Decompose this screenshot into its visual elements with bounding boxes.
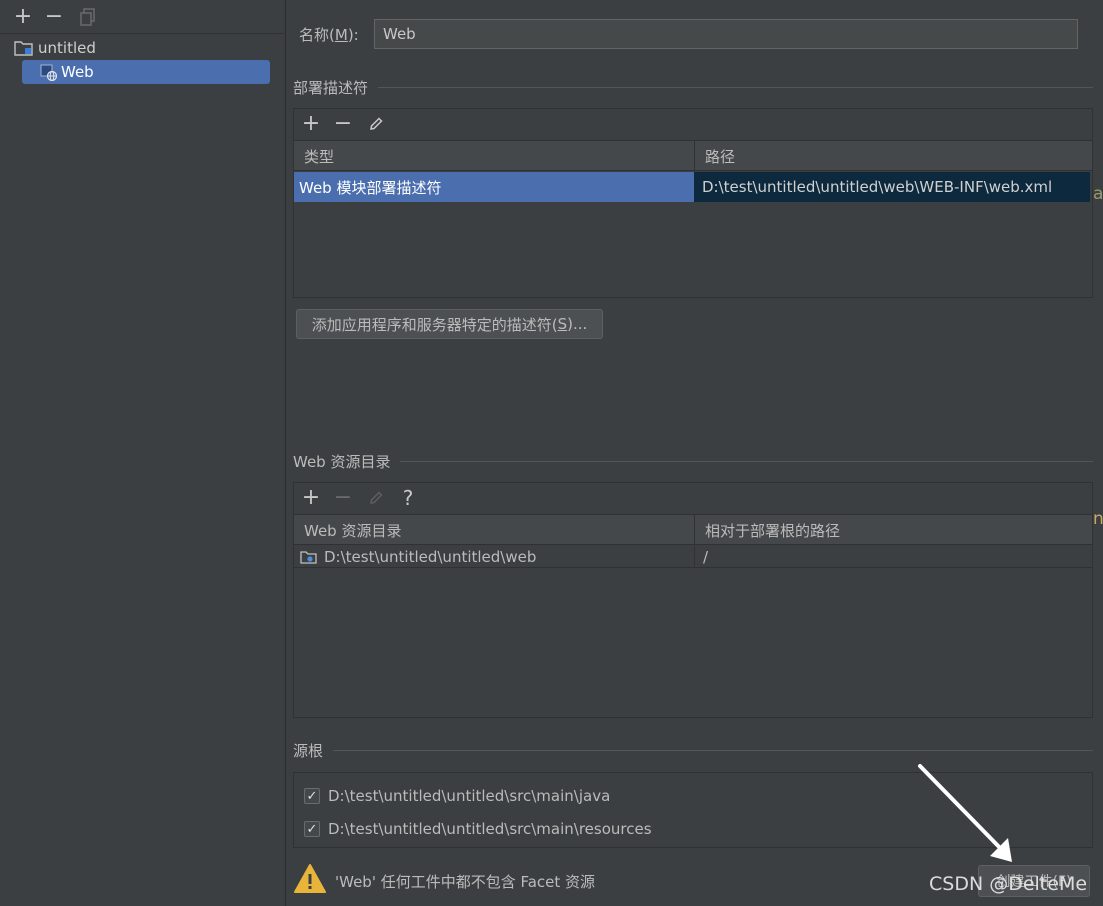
table-row[interactable]: D:\test\untitled\untitled\web / (294, 546, 1092, 568)
add-server-descriptor-button[interactable]: 添加应用程序和服务器特定的描述符(S)... (296, 309, 603, 339)
source-root-checkbox[interactable]: ✓ (304, 821, 320, 837)
tree-item-untitled[interactable]: untitled (14, 36, 274, 60)
remove-icon[interactable]: − (332, 487, 354, 509)
watermark: CSDN @DelteMe (929, 873, 1088, 895)
add-icon[interactable]: + (300, 487, 322, 509)
column-header-relative-path[interactable]: 相对于部署根的路径 (694, 515, 1092, 545)
web-resources-table-header: Web 资源目录 相对于部署根的路径 (294, 515, 1092, 545)
web-resource-dir-cell[interactable]: D:\test\untitled\untitled\web (294, 546, 694, 568)
column-header-type[interactable]: 类型 (294, 141, 694, 171)
annotation-arrow (918, 764, 1012, 862)
copy-icon[interactable] (77, 6, 99, 28)
source-roots-section-title: 源根 (293, 740, 1093, 760)
warning-text: 'Web' 任何工件中都不包含 Facet 资源 (335, 873, 596, 891)
deploy-section-title: 部署描述符 (293, 77, 1093, 97)
help-icon[interactable]: ? (397, 487, 419, 509)
add-icon[interactable]: + (300, 113, 322, 135)
descriptor-path-cell[interactable]: D:\test\untitled\untitled\web\WEB-INF\we… (694, 172, 1090, 202)
deploy-toolbar: + − (294, 109, 1092, 141)
clipped-edge-text: a (1093, 184, 1103, 204)
edit-icon[interactable] (365, 487, 387, 509)
web-facet-icon (40, 63, 58, 81)
table-row[interactable]: Web 模块部署描述符 D:\test\untitled\untitled\we… (294, 172, 1092, 202)
source-root-checkbox[interactable]: ✓ (304, 788, 320, 804)
web-resources-toolbar: + − ? (294, 483, 1092, 515)
tree-toolbar: + − (0, 0, 286, 34)
column-header-web-resource-dir[interactable]: Web 资源目录 (294, 515, 694, 545)
column-header-path[interactable]: 路径 (694, 141, 1092, 171)
tree-item-label: Web (61, 63, 94, 81)
add-icon[interactable]: + (12, 6, 34, 28)
warning-icon (293, 863, 327, 895)
web-resources-table: + − ? Web 资源目录 相对于部署根的路径 D:\test\untitle… (293, 482, 1093, 718)
tree-item-web[interactable]: Web (22, 60, 270, 84)
relative-path-cell[interactable]: / (694, 546, 1090, 568)
clipped-edge-text: n (1093, 509, 1103, 529)
name-label: 名称(M): (299, 26, 359, 44)
web-resources-section-title: Web 资源目录 (293, 451, 1093, 471)
module-folder-icon (14, 39, 34, 57)
tree-panel: + − untitled Web (0, 0, 286, 906)
web-folder-icon (300, 550, 318, 565)
remove-icon[interactable]: − (332, 113, 354, 135)
name-input[interactable]: Web (374, 19, 1078, 49)
tree-item-label: untitled (38, 39, 96, 57)
edit-icon[interactable] (365, 113, 387, 135)
descriptor-type-cell[interactable]: Web 模块部署描述符 (294, 172, 694, 202)
deploy-table-header: 类型 路径 (294, 141, 1092, 171)
deploy-table: + − 类型 路径 Web 模块部署描述符 D:\test\untitled\u… (293, 108, 1093, 298)
remove-icon[interactable]: − (43, 6, 65, 28)
